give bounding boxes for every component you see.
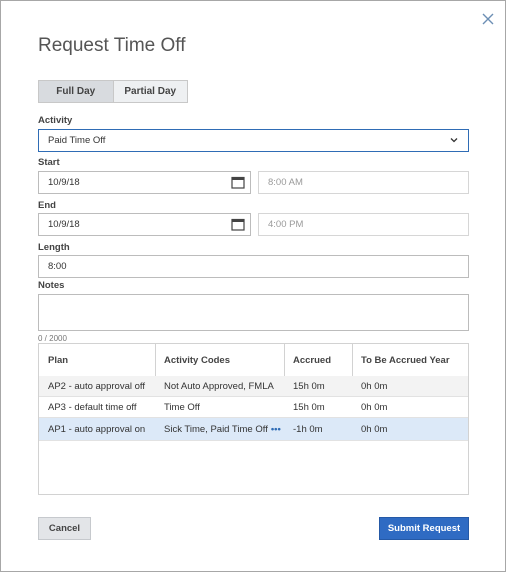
start-date-value: 10/9/18 — [48, 177, 80, 188]
partial-day-option[interactable]: Partial Day — [112, 81, 187, 102]
close-icon[interactable] — [479, 10, 497, 28]
request-time-off-dialog: Request Time Off Full Day Partial Day Ac… — [0, 0, 506, 572]
cell-plan: AP1 - auto approval on — [48, 424, 146, 435]
cell-plan: AP3 - default time off — [48, 402, 137, 413]
start-time-input[interactable]: 8:00 AM — [258, 171, 469, 194]
end-label: End — [38, 200, 56, 211]
activity-label: Activity — [38, 115, 73, 126]
column-header-to-be-accrued[interactable]: To Be Accrued Year — [352, 344, 468, 376]
length-input[interactable]: 8:00 — [38, 255, 469, 278]
dialog-title: Request Time Off — [38, 35, 186, 56]
cell-accrued: -1h 0m — [293, 424, 323, 435]
table-row-selected[interactable]: AP1 - auto approval on Sick Time, Paid T… — [39, 418, 468, 441]
cell-to-be-accrued: 0h 0m — [361, 424, 388, 435]
length-value: 8:00 — [48, 261, 67, 272]
column-header-accrued[interactable]: Accrued — [284, 344, 352, 376]
notes-textarea[interactable] — [38, 294, 469, 331]
activity-value: Paid Time Off — [48, 135, 106, 146]
cell-activity-codes: Time Off — [164, 402, 200, 413]
table-row[interactable]: AP3 - default time off Time Off 15h 0m 0… — [39, 397, 468, 418]
cell-accrued: 15h 0m — [293, 402, 325, 413]
notes-label: Notes — [38, 280, 65, 291]
start-label: Start — [38, 157, 60, 168]
cell-activity-codes: Sick Time, Paid Time Off ••• — [155, 418, 281, 441]
cancel-button[interactable]: Cancel — [38, 517, 91, 540]
start-date-input[interactable]: 10/9/18 — [38, 171, 251, 194]
day-mode-toggle: Full Day Partial Day — [38, 80, 188, 103]
end-date-input[interactable]: 10/9/18 — [38, 213, 251, 236]
cell-accrued: 15h 0m — [293, 381, 325, 392]
activity-codes-text: Sick Time, Paid Time Off — [164, 424, 268, 435]
notes-char-counter: 0 / 2000 — [38, 334, 67, 343]
cell-to-be-accrued: 0h 0m — [361, 381, 388, 392]
table-row[interactable]: AP2 - auto approval off Not Auto Approve… — [39, 376, 468, 397]
calendar-icon[interactable] — [231, 176, 245, 189]
end-time-input[interactable]: 4:00 PM — [258, 213, 469, 236]
column-header-plan[interactable]: Plan — [39, 344, 155, 376]
end-date-value: 10/9/18 — [48, 219, 80, 230]
cell-plan: AP2 - auto approval off — [48, 381, 145, 392]
submit-request-button[interactable]: Submit Request — [379, 517, 469, 540]
start-time-placeholder: 8:00 AM — [268, 177, 303, 188]
cell-to-be-accrued: 0h 0m — [361, 402, 388, 413]
table-header: Plan Activity Codes Accrued To Be Accrue… — [39, 344, 468, 377]
end-time-placeholder: 4:00 PM — [268, 219, 304, 230]
chevron-down-icon — [450, 138, 458, 143]
length-label: Length — [38, 242, 70, 253]
more-icon[interactable]: ••• — [271, 424, 281, 435]
calendar-icon[interactable] — [231, 218, 245, 231]
full-day-option[interactable]: Full Day — [39, 81, 113, 102]
cell-activity-codes: Not Auto Approved, FMLA — [164, 381, 274, 392]
activity-select[interactable]: Paid Time Off — [38, 129, 469, 152]
plans-table: Plan Activity Codes Accrued To Be Accrue… — [38, 343, 469, 495]
column-header-activity-codes[interactable]: Activity Codes — [155, 344, 284, 376]
